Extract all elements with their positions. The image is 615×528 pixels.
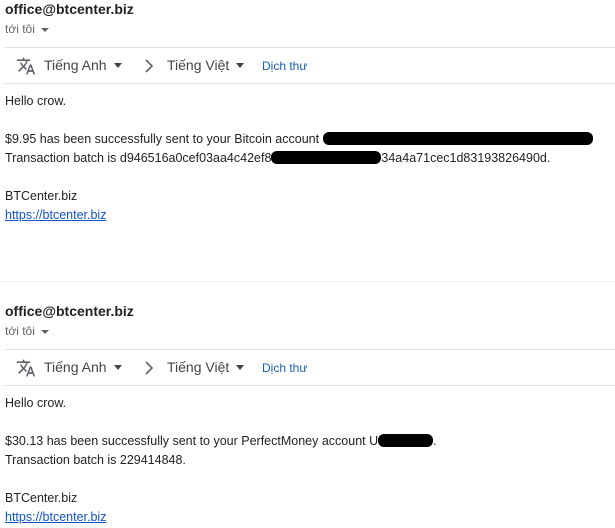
- target-language-select[interactable]: Tiếng Việt: [167, 359, 245, 375]
- payment-text: $30.13 has been successfully sent to you…: [5, 434, 379, 448]
- redacted-account: [322, 132, 593, 145]
- caret-down-icon: [236, 365, 245, 370]
- transaction-text-end: 34a4a71cec1d83193826490d.: [381, 151, 551, 165]
- caret-down-icon: [40, 27, 49, 32]
- translate-bar: Tiếng Anh Tiếng Việt Dịch thư: [5, 349, 615, 386]
- transaction-line: Transaction batch is 229414848.: [5, 453, 186, 467]
- caret-down-icon: [113, 365, 122, 370]
- recipient-label: tới tôi: [5, 22, 35, 36]
- sender-address[interactable]: office@btcenter.biz: [5, 303, 134, 319]
- translate-bar: Tiếng Anh Tiếng Việt Dịch thư: [5, 47, 615, 84]
- translate-icon: [16, 359, 36, 377]
- transaction-line: Transaction batch is d946516a0cef03aa4c4…: [5, 149, 615, 168]
- recipient-dropdown[interactable]: tới tôi: [5, 324, 49, 338]
- payment-line: $9.95 has been successfully sent to your…: [5, 130, 615, 149]
- chevron-right-icon: [145, 361, 154, 375]
- recipient-label: tới tôi: [5, 324, 35, 338]
- translate-icon: [16, 57, 36, 75]
- payment-text: $9.95 has been successfully sent to your…: [5, 132, 323, 146]
- signature: BTCenter.biz: [5, 491, 78, 505]
- caret-down-icon: [236, 63, 245, 68]
- caret-down-icon: [113, 63, 122, 68]
- redacted-hash: [271, 151, 382, 164]
- signature: BTCenter.biz: [5, 189, 78, 203]
- redacted-account: [378, 434, 434, 447]
- sender-address[interactable]: office@btcenter.biz: [5, 1, 134, 17]
- payment-line: $30.13 has been successfully sent to you…: [5, 432, 615, 451]
- source-language-select[interactable]: Tiếng Anh: [44, 57, 122, 73]
- transaction-text: Transaction batch is d946516a0cef03aa4c4…: [5, 151, 272, 165]
- target-language-label: Tiếng Việt: [167, 359, 230, 375]
- website-link[interactable]: https://btcenter.biz: [5, 510, 106, 524]
- target-language-label: Tiếng Việt: [167, 57, 230, 73]
- recipient-dropdown[interactable]: tới tôi: [5, 22, 49, 36]
- greeting: Hello crow.: [5, 396, 67, 410]
- translate-message-link[interactable]: Dịch thư: [262, 59, 307, 73]
- target-language-select[interactable]: Tiếng Việt: [167, 57, 245, 73]
- message-divider: [0, 281, 615, 282]
- source-language-label: Tiếng Anh: [44, 57, 107, 73]
- greeting: Hello crow.: [5, 94, 67, 108]
- website-link[interactable]: https://btcenter.biz: [5, 208, 106, 222]
- caret-down-icon: [40, 329, 49, 334]
- chevron-right-icon: [145, 59, 154, 73]
- source-language-label: Tiếng Anh: [44, 359, 107, 375]
- source-language-select[interactable]: Tiếng Anh: [44, 359, 122, 375]
- email-body: Hello crow. $30.13 has been successfully…: [5, 394, 615, 527]
- payment-text-end: .: [433, 434, 437, 448]
- translate-message-link[interactable]: Dịch thư: [262, 361, 307, 375]
- email-body: Hello crow. $9.95 has been successfully …: [5, 92, 615, 225]
